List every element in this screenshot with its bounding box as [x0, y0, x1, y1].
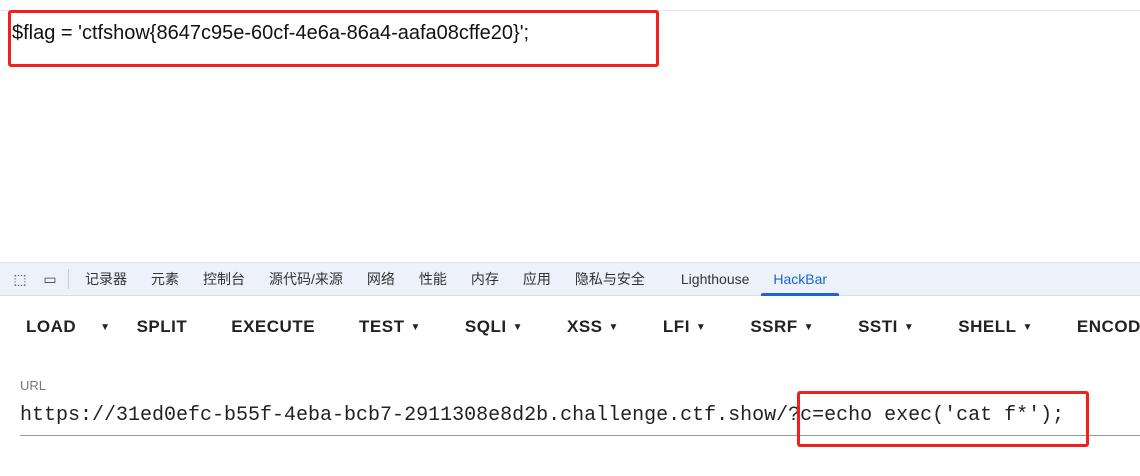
load-dropdown-button[interactable]: ▼: [94, 322, 114, 333]
tab-separator: [68, 269, 69, 289]
caret-down-icon: ▼: [903, 321, 915, 333]
menu-label: XSS: [566, 317, 603, 336]
tab-application[interactable]: 应用: [511, 263, 563, 295]
devtools-tab-bar: ⬚ ▭ 记录器 元素 控制台 源代码/来源 网络 性能 内存 应用 隐私与安全 …: [0, 262, 1140, 296]
caret-down-icon: ▼: [512, 321, 523, 333]
inspect-element-icon[interactable]: ⬚: [10, 269, 30, 289]
menu-shell[interactable]: SHELL ▼: [936, 317, 1055, 337]
tab-console[interactable]: 控制台: [191, 263, 257, 295]
execute-button[interactable]: EXECUTE: [209, 317, 337, 337]
menu-test[interactable]: TEST ▼: [337, 317, 443, 337]
tab-sources[interactable]: 源代码/来源: [257, 263, 355, 295]
highlight-box-flag: [8, 10, 659, 67]
load-button[interactable]: LOAD: [0, 317, 94, 337]
caret-down-icon: ▼: [803, 321, 815, 333]
tab-lighthouse[interactable]: Lighthouse: [669, 263, 762, 295]
tab-privacy-security[interactable]: 隐私与安全: [563, 263, 657, 295]
menu-ssti[interactable]: SSTI ▼: [836, 317, 936, 337]
tab-recorder[interactable]: 记录器: [73, 263, 139, 295]
execute-label: EXECUTE: [231, 317, 316, 336]
menu-label: ENCOD: [1076, 317, 1140, 336]
menu-label: SHELL: [958, 317, 1017, 336]
menu-label: TEST: [359, 317, 405, 336]
menu-ssrf[interactable]: SSRF ▼: [728, 317, 836, 337]
split-button[interactable]: SPLIT: [115, 317, 210, 337]
url-label: URL: [20, 378, 47, 393]
menu-label: SSRF: [750, 317, 798, 336]
menu-xss[interactable]: XSS ▼: [545, 317, 641, 337]
caret-down-icon: ▼: [695, 321, 707, 333]
menu-label: SQLI: [464, 317, 507, 336]
split-label: SPLIT: [136, 317, 188, 336]
menu-label: LFI: [662, 317, 690, 336]
menu-lfi[interactable]: LFI ▼: [641, 317, 728, 337]
tab-performance[interactable]: 性能: [407, 263, 459, 295]
caret-down-icon: ▼: [1022, 321, 1033, 333]
hackbar-toolbar: LOAD ▼ SPLIT EXECUTE TEST ▼ SQLI ▼ XSS ▼ LF…: [0, 306, 1140, 348]
tab-memory[interactable]: 内存: [459, 263, 511, 295]
menu-encoding[interactable]: ENCOD: [1055, 317, 1140, 337]
highlight-box-payload: [797, 391, 1089, 447]
tab-network[interactable]: 网络: [355, 263, 407, 295]
device-toolbar-icon[interactable]: ▭: [40, 269, 60, 289]
tab-elements[interactable]: 元素: [139, 263, 191, 295]
caret-down-icon: ▼: [100, 321, 111, 333]
caret-down-icon: ▼: [410, 321, 421, 333]
tab-hackbar[interactable]: HackBar: [761, 263, 839, 296]
menu-label: SSTI: [858, 317, 898, 336]
caret-down-icon: ▼: [608, 321, 619, 333]
menu-sqli[interactable]: SQLI ▼: [443, 317, 545, 337]
load-label: LOAD: [26, 317, 77, 336]
